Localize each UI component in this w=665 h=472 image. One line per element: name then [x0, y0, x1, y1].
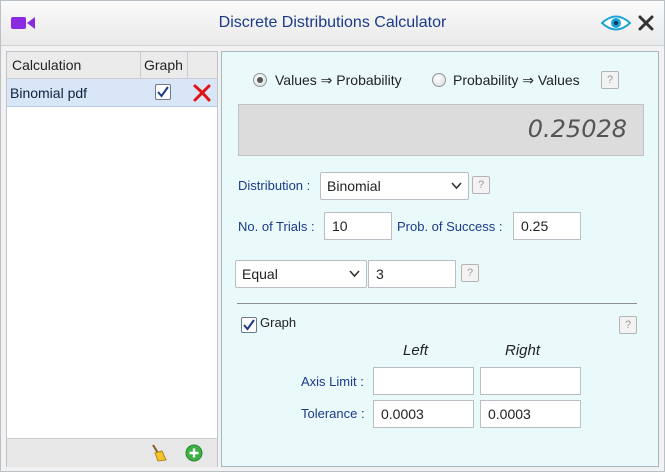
axis-limit-right-input[interactable]: [480, 367, 581, 395]
trials-input[interactable]: 10: [324, 212, 392, 240]
tolerance-right-input[interactable]: 0.0003: [480, 400, 581, 428]
tolerance-right-value: 0.0003: [488, 406, 531, 422]
left-column-header: Left: [403, 342, 429, 359]
condition-value: Equal: [242, 266, 278, 282]
column-divider: [187, 52, 188, 78]
eye-icon[interactable]: [601, 14, 631, 32]
tolerance-left-input[interactable]: 0.0003: [373, 400, 474, 428]
chevron-down-icon: [451, 182, 462, 190]
calculation-list-panel: Calculation Graph Binomial pdf: [6, 51, 218, 467]
list-item-label: Binomial pdf: [10, 85, 88, 101]
success-input[interactable]: 0.25: [513, 212, 581, 240]
condition-input[interactable]: 3: [368, 260, 456, 288]
values-to-probability-radio[interactable]: [253, 73, 267, 87]
list-toolbar: [7, 438, 217, 467]
graph-toggle-checkbox[interactable]: [241, 317, 257, 333]
list-item[interactable]: Binomial pdf: [7, 79, 217, 107]
distribution-help-button[interactable]: ?: [472, 176, 490, 194]
graph-toggle-label: Graph: [260, 315, 297, 330]
calculator-form-panel: Values ⇒ Probability Probability ⇒ Value…: [221, 51, 659, 467]
column-divider: [140, 52, 141, 78]
title-bar: Discrete Distributions Calculator: [1, 1, 664, 46]
column-header-calculation: Calculation: [12, 57, 82, 73]
checkmark-icon: [243, 319, 255, 331]
condition-help-button[interactable]: ?: [461, 264, 479, 282]
window-title: Discrete Distributions Calculator: [218, 14, 447, 31]
section-divider: [237, 303, 637, 304]
condition-input-value: 3: [376, 266, 384, 282]
distribution-select[interactable]: Binomial: [320, 172, 469, 200]
success-value: 0.25: [521, 218, 549, 234]
probability-to-values-label: Probability ⇒ Values: [453, 72, 580, 88]
trials-value: 10: [332, 218, 348, 234]
result-value: 0.25028: [527, 115, 627, 143]
success-label: Prob. of Success :: [397, 219, 503, 234]
values-to-probability-label: Values ⇒ Probability: [275, 72, 402, 88]
mode-help-button[interactable]: ?: [601, 71, 619, 89]
column-header-graph: Graph: [144, 57, 183, 73]
delete-icon[interactable]: [192, 83, 212, 103]
add-icon[interactable]: [185, 444, 203, 462]
distribution-label: Distribution :: [238, 178, 311, 193]
graph-help-button[interactable]: ?: [619, 316, 637, 334]
right-column-header: Right: [505, 342, 541, 359]
distribution-value: Binomial: [327, 178, 381, 194]
chevron-down-icon: [349, 270, 360, 278]
condition-select[interactable]: Equal: [235, 260, 367, 288]
calculator-window: Discrete Distributions Calculator Calcul…: [0, 0, 665, 472]
broom-icon[interactable]: [149, 444, 167, 462]
list-header: Calculation Graph: [7, 52, 217, 79]
graph-checkbox[interactable]: [155, 84, 171, 100]
probability-to-values-radio[interactable]: [432, 73, 446, 87]
tolerance-left-value: 0.0003: [381, 406, 424, 422]
close-icon[interactable]: [638, 15, 654, 31]
axis-limit-label: Axis Limit :: [301, 374, 364, 389]
axis-limit-left-input[interactable]: [373, 367, 474, 395]
result-display: 0.25028: [238, 104, 644, 156]
checkmark-icon: [157, 86, 169, 98]
trials-label: No. of Trials :: [238, 219, 315, 234]
tolerance-label: Tolerance :: [301, 406, 365, 421]
